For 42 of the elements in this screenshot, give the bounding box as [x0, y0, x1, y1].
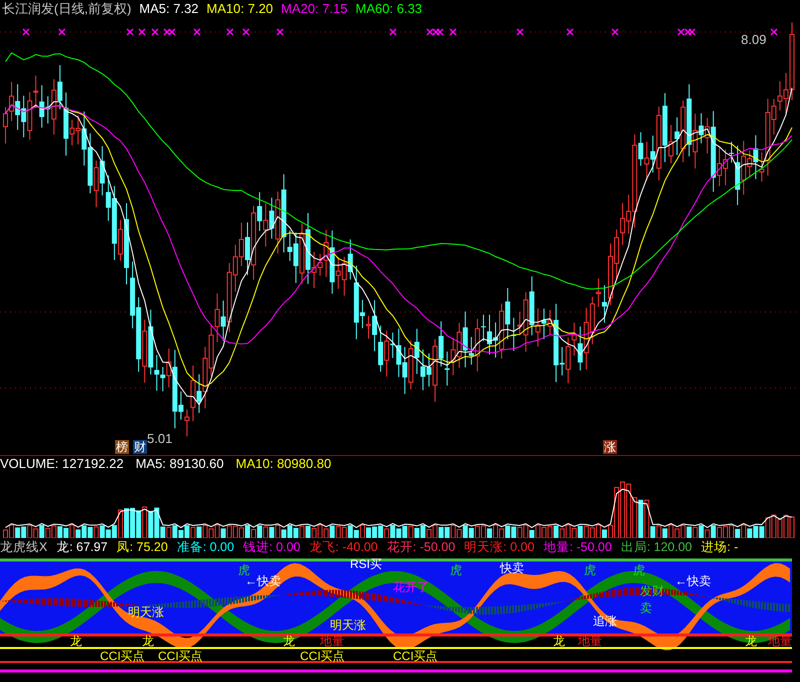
signal-label: 龙 [553, 635, 565, 647]
signal-label: 龙 [70, 635, 82, 647]
legend-value: MA10: 7.20 [206, 0, 274, 18]
signal-label: CCI买点 [393, 650, 438, 662]
legend-value: 钱进: 0.00 [243, 538, 300, 556]
badge: 涨 [603, 440, 617, 454]
legend-value: MA60: 6.33 [356, 0, 422, 18]
chart-title: 长江润发(日线,前复权) [2, 0, 132, 18]
legend-value: VOLUME: 127192.22 [0, 455, 124, 474]
legend-value: 明天涨: 0.00 [464, 538, 534, 556]
legend-value: 龙: 67.97 [56, 538, 108, 556]
signal-label: CCI买点 [300, 650, 345, 662]
signal-label: 虎 [584, 564, 596, 576]
signal-label: 龙 [283, 635, 295, 647]
signal-label: 虎 [238, 564, 250, 576]
legend-value: MA10: 80980.80 [236, 455, 332, 474]
legend-value: 出局: 120.00 [620, 538, 692, 556]
signal-label: CCI买点 [158, 650, 203, 662]
legend-value: MA20: 7.15 [281, 0, 348, 18]
signal-label: 明天涨 [330, 619, 366, 631]
legend-value: 进场: - [701, 538, 738, 556]
legend-value: 龙飞: -40.00 [309, 538, 378, 556]
price-label: 5.01 [147, 430, 172, 448]
legend-value: MA5: 7.32 [139, 0, 199, 18]
legend-value: 花开: -50.00 [386, 538, 456, 556]
signal-label: ←快卖 [675, 575, 711, 587]
price-label: 8.09 [741, 31, 766, 49]
legend-value: 地量: -50.00 [543, 538, 612, 556]
signal-label: 明天涨 [128, 606, 164, 618]
signal-label: 虎 [450, 564, 462, 576]
legend-value: MA5: 89130.60 [136, 455, 224, 474]
signal-label: RSI买 [350, 558, 382, 570]
badge: 榜 [115, 440, 129, 454]
signal-label: CCI买点 [100, 650, 145, 662]
signal-label: ←快卖 [245, 575, 281, 587]
legend-value: 准备: 0.00 [176, 538, 234, 556]
signal-label: 卖 [640, 602, 652, 614]
indicator-title: 龙虎线X [0, 538, 48, 556]
legend-value: 凤: 75.20 [116, 538, 168, 556]
signal-label: 快卖 [500, 562, 524, 574]
signal-label: 龙 [142, 635, 154, 647]
badge: 财 [133, 440, 147, 454]
